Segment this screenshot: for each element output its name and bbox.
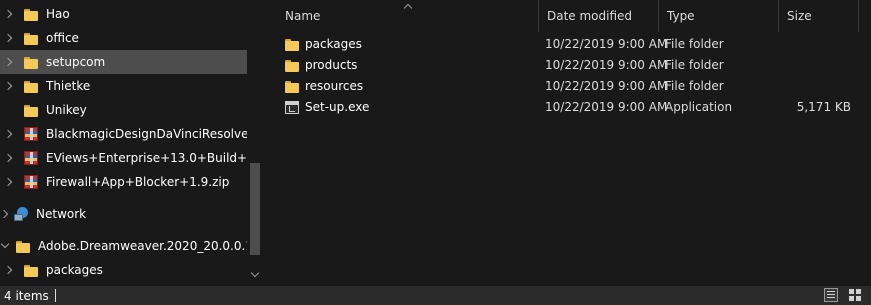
nav-item-packages[interactable]: packages bbox=[0, 258, 247, 282]
nav-item-label: office bbox=[46, 31, 79, 45]
nav-item-label: packages bbox=[46, 263, 103, 277]
column-header-label: Size bbox=[787, 9, 812, 23]
column-header-row: Name Date modified Type Size bbox=[263, 0, 871, 32]
file-name: products bbox=[305, 58, 358, 72]
column-header-type[interactable]: Type bbox=[659, 0, 779, 32]
nav-item-dreamweaver-folder[interactable]: Adobe.Dreamweaver.2020_20.0.0.15196_x64 bbox=[0, 234, 247, 258]
winrar-archive-icon bbox=[24, 127, 38, 141]
navigation-scrollbar[interactable] bbox=[247, 0, 263, 286]
navigation-pane[interactable]: Hao office setupcom Thietke Unikey Black… bbox=[0, 0, 247, 286]
folder-icon bbox=[16, 239, 30, 253]
folder-icon bbox=[24, 263, 38, 277]
nav-item-setupcom[interactable]: setupcom bbox=[0, 50, 247, 74]
chevron-right-icon[interactable] bbox=[4, 129, 14, 139]
file-size: 5,171 KB bbox=[796, 100, 851, 114]
winrar-archive-icon bbox=[24, 151, 38, 165]
folder-icon bbox=[24, 55, 38, 69]
file-type: Application bbox=[665, 100, 733, 114]
chevron-right-icon[interactable] bbox=[0, 209, 10, 219]
nav-item-label: Firewall+App+Blocker+1.9.zip bbox=[46, 175, 230, 189]
column-header-size[interactable]: Size bbox=[779, 0, 859, 32]
nav-item-thietke[interactable]: Thietke bbox=[0, 74, 247, 98]
nav-item-network[interactable]: Network bbox=[0, 202, 247, 226]
nav-item-davinci-archive[interactable]: BlackmagicDesignDaVinciResolveStudio bbox=[0, 122, 247, 146]
file-date: 10/22/2019 9:00 AM bbox=[545, 100, 668, 114]
folder-icon bbox=[285, 79, 299, 93]
file-list-pane[interactable]: Name Date modified Type Size packages 10… bbox=[263, 0, 871, 286]
chevron-right-icon[interactable] bbox=[4, 153, 14, 163]
chevron-right-icon[interactable] bbox=[4, 57, 14, 67]
column-header-name[interactable]: Name bbox=[277, 0, 539, 32]
nav-item-label: Unikey bbox=[46, 103, 87, 117]
file-type: File folder bbox=[665, 79, 724, 93]
file-date: 10/22/2019 9:00 AM bbox=[545, 58, 668, 72]
item-count: 4 items bbox=[4, 288, 49, 303]
nav-item-label: setupcom bbox=[46, 55, 106, 69]
nav-item-label: EViews+Enterprise+13.0+Build+28.11.2 bbox=[46, 151, 247, 165]
scrollbar-thumb[interactable] bbox=[250, 163, 260, 255]
folder-icon bbox=[24, 7, 38, 21]
column-header-label: Name bbox=[285, 9, 321, 23]
file-date: 10/22/2019 9:00 AM bbox=[545, 79, 668, 93]
nav-item-firewall-archive[interactable]: Firewall+App+Blocker+1.9.zip bbox=[0, 170, 247, 194]
nav-item-office[interactable]: office bbox=[0, 26, 247, 50]
nav-item-label: Adobe.Dreamweaver.2020_20.0.0.15196_x64 bbox=[38, 239, 247, 253]
nav-item-hao[interactable]: Hao bbox=[0, 2, 247, 26]
column-header-label: Type bbox=[667, 9, 695, 23]
file-name: resources bbox=[305, 79, 364, 93]
chevron-right-icon[interactable] bbox=[4, 81, 14, 91]
file-date: 10/22/2019 9:00 AM bbox=[545, 37, 668, 51]
folder-icon bbox=[285, 58, 299, 72]
nav-item-label: BlackmagicDesignDaVinciResolveStudio bbox=[46, 127, 247, 141]
column-header-label: Date modified bbox=[547, 9, 633, 23]
folder-icon bbox=[24, 103, 38, 117]
chevron-right-icon[interactable] bbox=[4, 9, 14, 19]
file-row[interactable]: Set-up.exe 10/22/2019 9:00 AM Applicatio… bbox=[279, 97, 854, 118]
nav-item-unikey[interactable]: Unikey bbox=[0, 98, 247, 122]
chevron-down-icon[interactable] bbox=[0, 241, 10, 251]
application-icon bbox=[285, 101, 299, 114]
folder-icon bbox=[285, 37, 299, 51]
file-row[interactable]: resources 10/22/2019 9:00 AM File folder bbox=[279, 76, 854, 97]
chevron-right-icon[interactable] bbox=[4, 33, 14, 43]
expander-placeholder bbox=[4, 105, 14, 115]
winrar-archive-icon bbox=[24, 175, 38, 189]
chevron-right-icon[interactable] bbox=[4, 177, 14, 187]
nav-item-eviews-archive[interactable]: EViews+Enterprise+13.0+Build+28.11.2 bbox=[0, 146, 247, 170]
chevron-right-icon[interactable] bbox=[4, 265, 14, 275]
file-name: packages bbox=[305, 37, 362, 51]
nav-item-label: Hao bbox=[46, 7, 70, 21]
column-header-date-modified[interactable]: Date modified bbox=[539, 0, 659, 32]
nav-item-label: Thietke bbox=[46, 79, 91, 93]
folder-icon bbox=[24, 79, 38, 93]
file-type: File folder bbox=[665, 58, 724, 72]
file-row[interactable]: packages 10/22/2019 9:00 AM File folder bbox=[279, 34, 854, 55]
status-divider bbox=[54, 289, 56, 302]
network-icon bbox=[14, 207, 30, 221]
folder-icon bbox=[24, 31, 38, 45]
large-icons-view-icon[interactable] bbox=[848, 288, 862, 302]
file-row[interactable]: products 10/22/2019 9:00 AM File folder bbox=[279, 55, 854, 76]
file-name: Set-up.exe bbox=[305, 100, 370, 114]
details-view-icon[interactable] bbox=[824, 288, 838, 302]
nav-item-label: Network bbox=[36, 207, 87, 221]
scroll-down-arrow-icon[interactable] bbox=[251, 270, 259, 278]
file-type: File folder bbox=[665, 37, 724, 51]
status-bar: 4 items bbox=[0, 286, 871, 305]
